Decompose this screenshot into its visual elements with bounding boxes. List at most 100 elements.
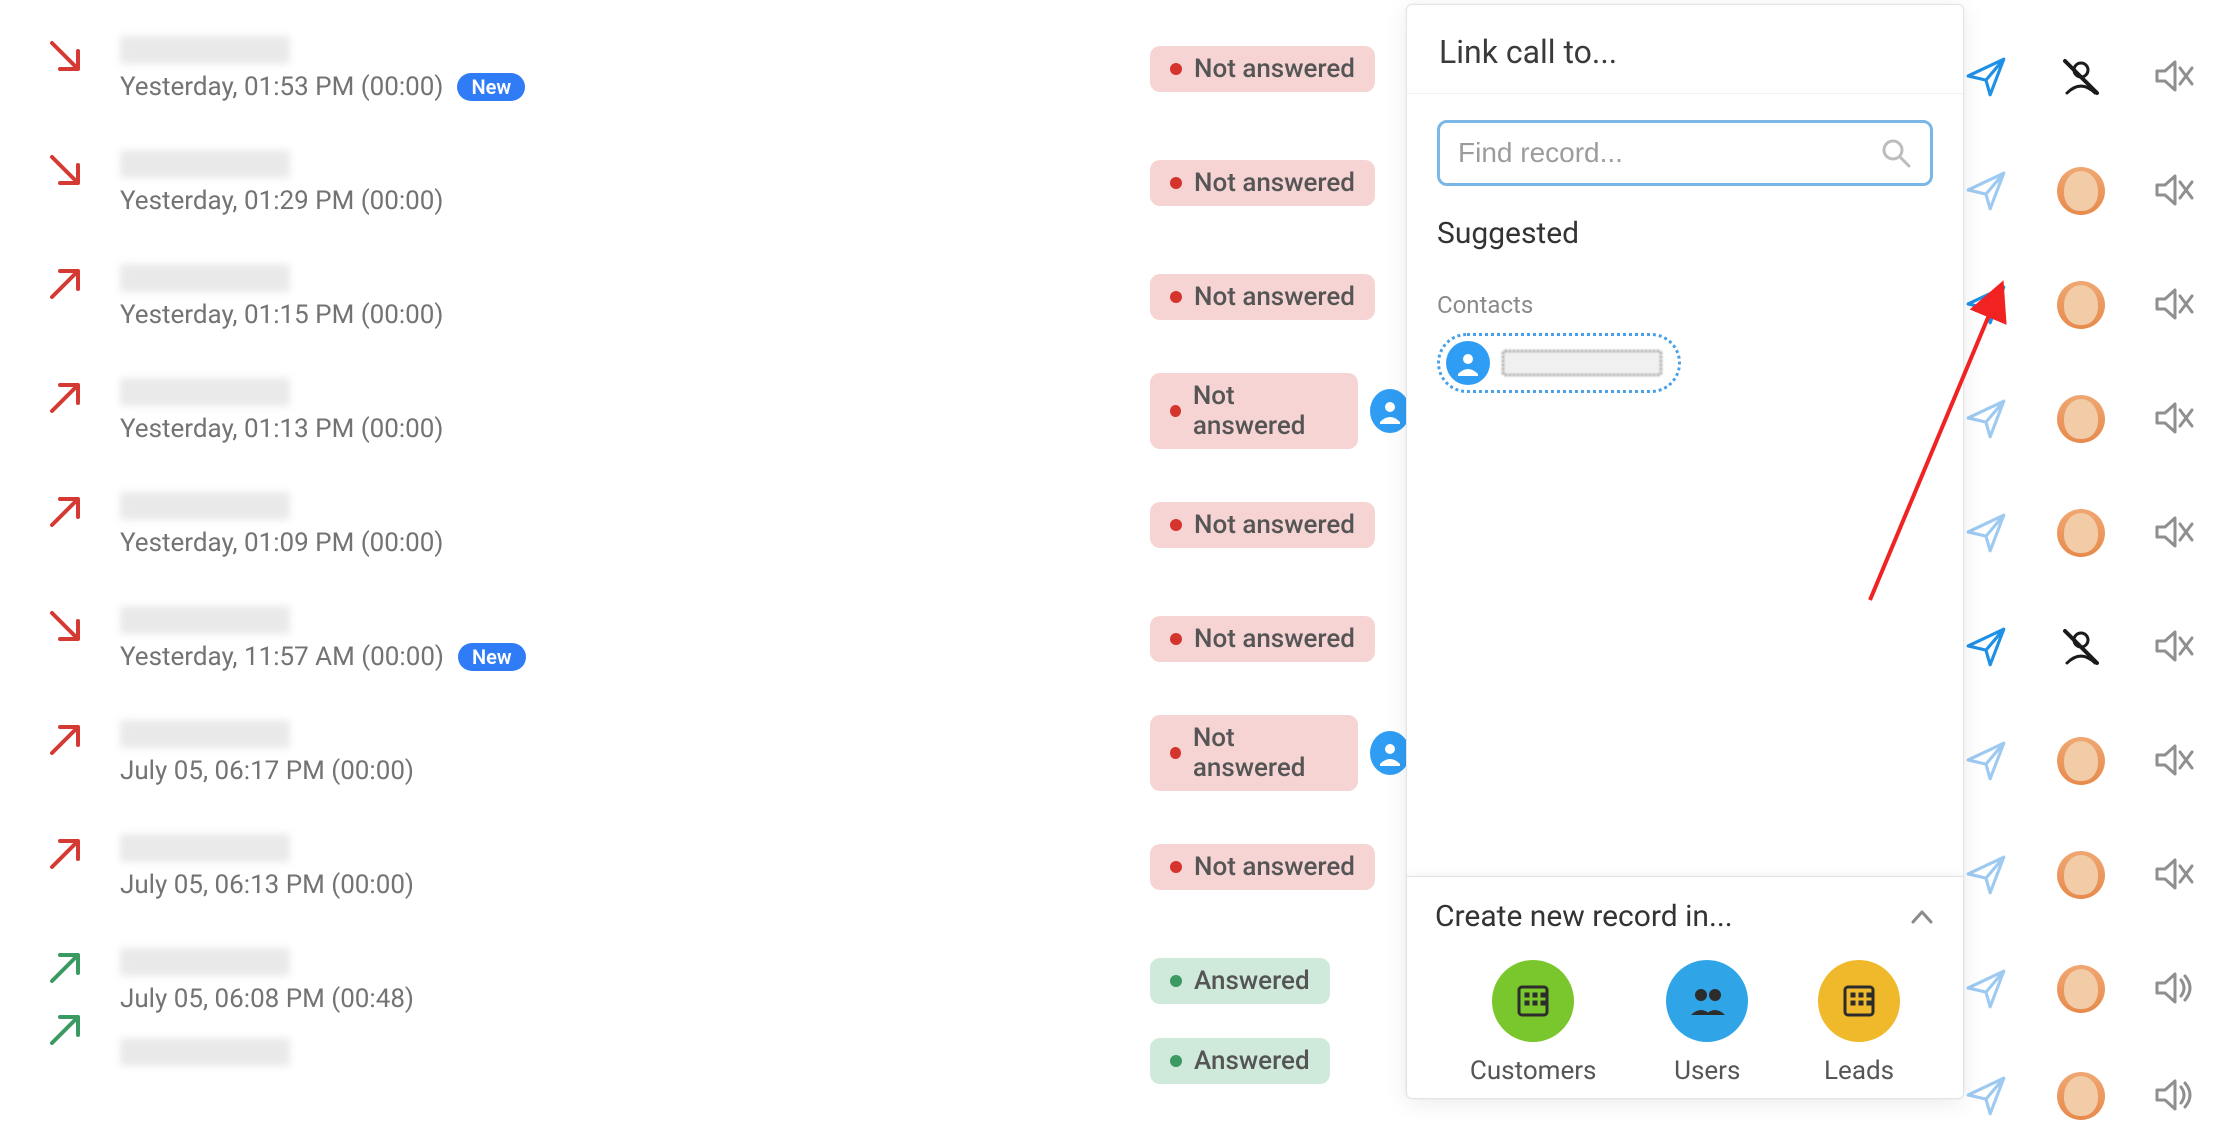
recording-mute-icon[interactable] [2153,854,2195,896]
assigned-user-avatar[interactable] [2057,167,2105,215]
building-icon [1492,960,1574,1042]
phone-number-redacted [120,492,290,520]
call-action-row [1965,590,2213,704]
link-call-icon[interactable] [1965,853,2009,897]
create-record-header[interactable]: Create new record in... [1435,899,1935,934]
call-action-row [1965,362,2213,476]
call-time: Yesterday, 01:09 PM (00:00) [120,528,443,558]
call-time: Yesterday, 11:57 AM (00:00) [120,642,444,672]
phone-number-redacted [120,264,290,292]
link-call-popup: Link call to... Suggested Contacts Creat… [1406,4,1964,1099]
create-users-button[interactable]: Users [1666,960,1748,1086]
incoming-answered-arrow-icon [47,1012,83,1048]
recording-mute-icon[interactable] [2153,626,2195,668]
assigned-user-avatar[interactable] [2057,1072,2105,1120]
call-action-row [1965,818,2213,932]
phone-number-redacted [120,948,290,976]
call-time: July 05, 06:13 PM (00:00) [120,870,414,900]
recording-available-icon[interactable] [2153,1075,2195,1117]
link-call-icon[interactable] [1965,283,2009,327]
link-call-icon[interactable] [1965,55,2009,99]
unassigned-user-icon[interactable] [2057,53,2105,101]
call-row[interactable]: Yesterday, 01:53 PM (00:00)NewNot answer… [10,12,1410,126]
chevron-up-icon [1909,904,1935,930]
person-icon [1446,341,1490,385]
call-list: Yesterday, 01:53 PM (00:00) New Not answer… [0,12,1410,1108]
create-users-label: Users [1674,1056,1740,1086]
call-row[interactable]: July 05, 06:13 PM (00:00) Not answered [10,810,1410,924]
call-row[interactable]: Yesterday, 01:13 PM (00:00)Not answered [10,354,1410,468]
call-row[interactable]: Yesterday, 11:57 AM (00:00)NewNot answer… [10,582,1410,696]
incoming-missed-arrow-icon [47,152,83,188]
contacts-label: Contacts [1437,291,1933,319]
create-customers-button[interactable]: Customers [1470,960,1597,1086]
search-icon [1880,137,1912,169]
assigned-user-avatar[interactable] [2057,965,2105,1013]
suggested-contact-chip[interactable] [1437,333,1681,393]
recording-mute-icon[interactable] [2153,56,2195,98]
phone-number-redacted [120,720,290,748]
call-row[interactable]: July 05, 06:17 PM (00:00)Not answered [10,696,1410,810]
assigned-user-avatar[interactable] [2057,737,2105,785]
popup-title: Link call to... [1407,5,1963,94]
contact-name-redacted [1502,350,1662,376]
outgoing-missed-arrow-icon [47,266,83,302]
call-row[interactable]: Yesterday, 01:29 PM (00:00) Not answered [10,126,1410,240]
recording-mute-icon[interactable] [2153,512,2195,554]
phone-number-redacted [120,834,290,862]
call-action-row [1965,20,2213,134]
recording-mute-icon[interactable] [2153,398,2195,440]
incoming-missed-arrow-icon [47,38,83,74]
outgoing-missed-arrow-icon [47,722,83,758]
new-badge: New [457,73,525,101]
assigned-user-avatar[interactable] [2057,509,2105,557]
link-call-icon[interactable] [1965,169,2009,213]
outgoing-missed-arrow-icon [47,494,83,530]
phone-number-redacted [120,378,290,406]
assigned-user-avatar[interactable] [2057,395,2105,443]
create-record-section: Create new record in... Customers Users … [1407,876,1963,1098]
recording-mute-icon[interactable] [2153,740,2195,782]
call-row[interactable]: Answered [10,1038,1410,1108]
call-row[interactable]: Yesterday, 01:15 PM (00:00) Not answered [10,240,1410,354]
call-row[interactable]: July 05, 06:08 PM (00:48)Answered [10,924,1410,1038]
create-leads-button[interactable]: Leads [1818,960,1900,1086]
recording-mute-icon[interactable] [2153,170,2195,212]
call-time: Yesterday, 01:29 PM (00:00) [120,186,443,216]
call-status-badge: Not answered [1150,373,1358,449]
link-call-icon[interactable] [1965,1074,2009,1118]
link-call-icon[interactable] [1965,511,2009,555]
suggested-heading: Suggested [1437,216,1933,251]
call-action-row [1965,704,2213,818]
outgoing-missed-arrow-icon [47,380,83,416]
linked-contact-icon[interactable] [1370,389,1410,433]
create-customers-label: Customers [1470,1056,1597,1086]
call-time: July 05, 06:17 PM (00:00) [120,756,414,786]
call-action-row [1965,476,2213,590]
recording-available-icon[interactable] [2153,968,2195,1010]
search-record-box[interactable] [1437,120,1933,186]
call-action-row [1965,134,2213,248]
call-status-badge: Not answered [1150,160,1375,206]
call-status-badge: Not answered [1150,274,1375,320]
search-record-input[interactable] [1458,137,1870,169]
call-row[interactable]: Yesterday, 01:09 PM (00:00)Not answered [10,468,1410,582]
assigned-user-avatar[interactable] [2057,281,2105,329]
linked-contact-icon[interactable] [1370,731,1410,775]
recording-mute-icon[interactable] [2153,284,2195,326]
link-call-icon[interactable] [1965,967,2009,1011]
link-call-icon[interactable] [1965,739,2009,783]
call-time: Yesterday, 01:15 PM (00:00) [120,300,443,330]
call-time: July 05, 06:08 PM (00:48) [120,984,414,1014]
call-status-badge: Not answered [1150,844,1375,890]
call-action-row [1965,1046,2213,1146]
group-icon [1666,960,1748,1042]
call-action-icons [1965,20,2213,1146]
link-call-icon[interactable] [1965,397,2009,441]
unassigned-user-icon[interactable] [2057,623,2105,671]
incoming-answered-arrow-icon [47,950,83,986]
link-call-icon[interactable] [1965,625,2009,669]
call-time: Yesterday, 01:53 PM (00:00) [120,72,443,102]
call-action-row [1965,248,2213,362]
assigned-user-avatar[interactable] [2057,851,2105,899]
